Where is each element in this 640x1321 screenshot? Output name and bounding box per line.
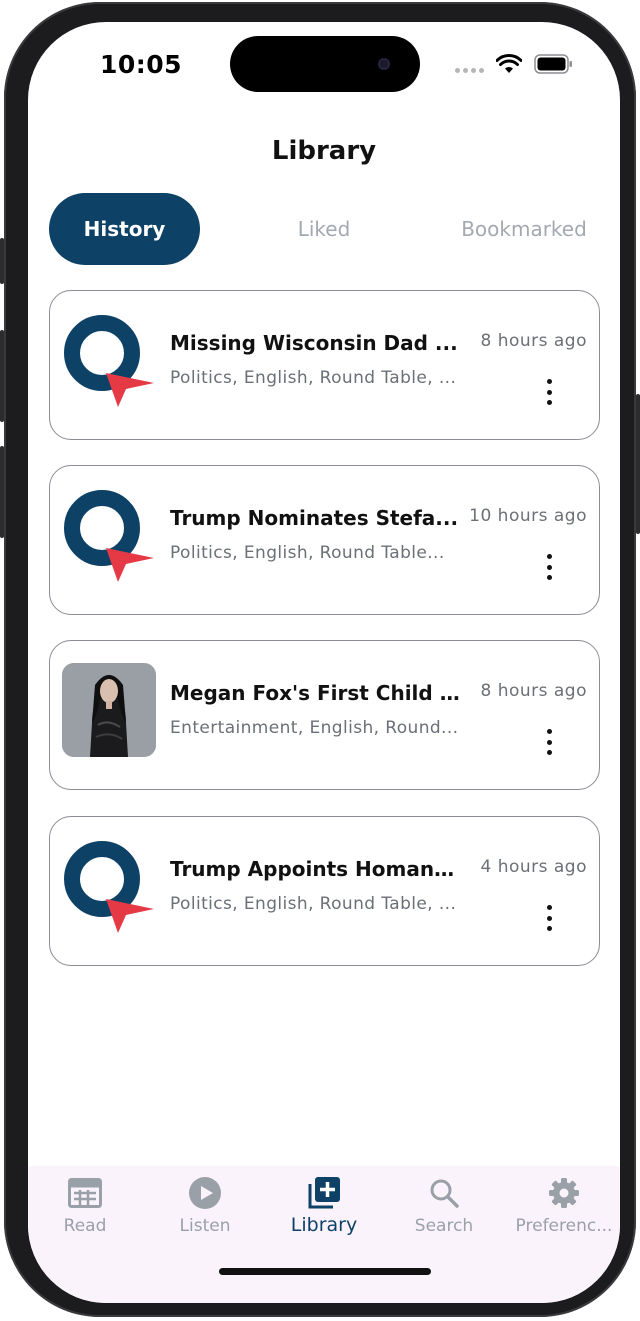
wifi-icon bbox=[496, 54, 522, 73]
power-button bbox=[636, 394, 640, 534]
action-button bbox=[0, 238, 4, 284]
tab-history[interactable]: History bbox=[49, 193, 200, 265]
volume-down-button bbox=[0, 446, 4, 538]
app-screen: 10:05 Library History Liked Bookmarked M… bbox=[28, 22, 620, 1303]
history-item[interactable]: Megan Fox's First Child ... 8 hours ago … bbox=[49, 640, 600, 790]
phone-frame: 10:05 Library History Liked Bookmarked M… bbox=[0, 2, 640, 1317]
item-title: Trump Appoints Homan ... bbox=[170, 857, 460, 881]
history-item[interactable]: Missing Wisconsin Dad ... 8 hours ago Po… bbox=[49, 290, 600, 440]
item-tags: Politics, English, Round Table, ... bbox=[170, 368, 457, 388]
logo-icon bbox=[62, 839, 156, 933]
play-circle-icon bbox=[188, 1176, 222, 1210]
cellular-signal-icon bbox=[455, 68, 484, 73]
nav-label-preferences: Preferenc... bbox=[515, 1216, 613, 1236]
more-options-icon[interactable] bbox=[537, 903, 561, 933]
dynamic-island bbox=[230, 36, 420, 92]
history-item[interactable]: Trump Appoints Homan ... 4 hours ago Pol… bbox=[49, 816, 600, 966]
nav-label-search: Search bbox=[414, 1216, 474, 1236]
tab-bookmarked[interactable]: Bookmarked bbox=[449, 193, 599, 265]
newspaper-icon bbox=[68, 1176, 102, 1210]
tab-liked[interactable]: Liked bbox=[249, 193, 399, 265]
nav-label-read: Read bbox=[63, 1216, 107, 1236]
nav-item-library[interactable]: Library bbox=[265, 1176, 383, 1246]
item-title: Megan Fox's First Child ... bbox=[170, 681, 460, 705]
item-timestamp: 4 hours ago bbox=[480, 857, 587, 877]
volume-up-button bbox=[0, 330, 4, 422]
history-item[interactable]: Trump Nominates Stefa... 10 hours ago Po… bbox=[49, 465, 600, 615]
more-options-icon[interactable] bbox=[537, 377, 561, 407]
search-icon bbox=[427, 1176, 461, 1210]
logo-icon bbox=[62, 488, 156, 582]
item-tags: Entertainment, English, Round... bbox=[170, 718, 459, 738]
home-indicator[interactable] bbox=[219, 1268, 431, 1275]
nav-item-search[interactable]: Search bbox=[385, 1176, 503, 1246]
logo-icon bbox=[62, 313, 156, 407]
library-add-icon bbox=[307, 1176, 341, 1210]
nav-label-listen: Listen bbox=[179, 1216, 231, 1236]
status-time: 10:05 bbox=[100, 50, 183, 79]
item-timestamp: 8 hours ago bbox=[480, 681, 587, 701]
battery-icon bbox=[534, 54, 572, 74]
item-tags: Politics, English, Round Table, ... bbox=[170, 894, 457, 914]
item-title: Trump Nominates Stefa... bbox=[170, 506, 459, 530]
more-options-icon[interactable] bbox=[537, 727, 561, 757]
more-options-icon[interactable] bbox=[537, 552, 561, 582]
item-tags: Politics, English, Round Table... bbox=[170, 543, 445, 563]
nav-item-listen[interactable]: Listen bbox=[146, 1176, 264, 1246]
article-photo bbox=[62, 663, 156, 757]
nav-item-preferences[interactable]: Preferenc... bbox=[505, 1176, 620, 1246]
item-timestamp: 8 hours ago bbox=[480, 331, 587, 351]
item-timestamp: 10 hours ago bbox=[469, 506, 587, 526]
camera-icon bbox=[378, 58, 390, 70]
nav-label-library: Library bbox=[290, 1214, 358, 1236]
bottom-navigation: Read Listen Library Search Preferenc... bbox=[28, 1166, 620, 1303]
nav-item-read[interactable]: Read bbox=[28, 1176, 144, 1246]
gear-icon bbox=[547, 1176, 581, 1210]
item-title: Missing Wisconsin Dad ... bbox=[170, 331, 458, 355]
page-title: Library bbox=[271, 136, 377, 166]
